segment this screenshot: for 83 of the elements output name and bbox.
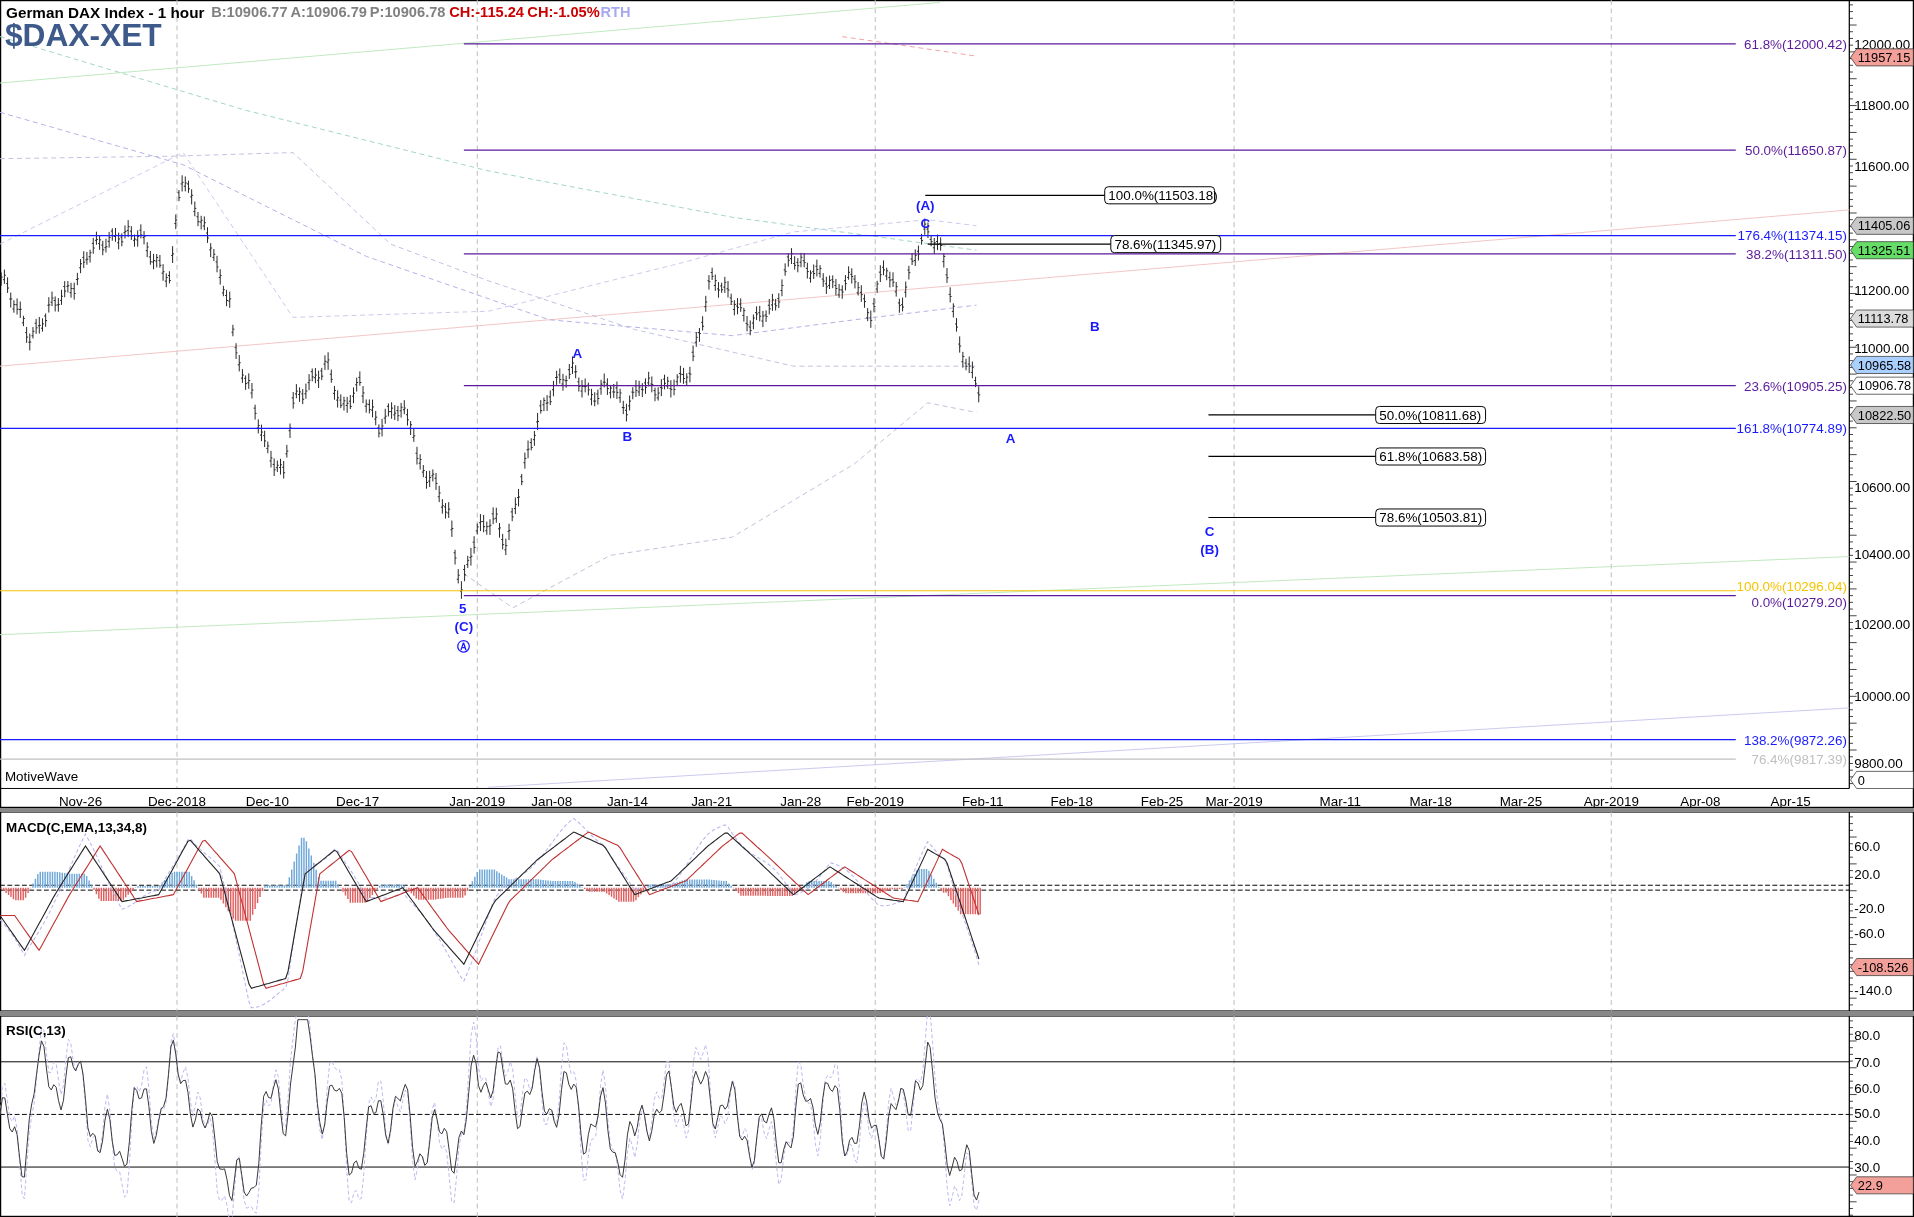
fib-level-label: 61.8%(12000.42) [1744,36,1847,52]
price-tag: 11405.06 [1850,216,1914,235]
axis-label: 60.0 [1854,1080,1881,1096]
date-label: Feb-18 [1050,793,1093,808]
fib-level-label: 50.0%(10811.68) [1375,405,1487,424]
date-label: Mar-2019 [1205,793,1263,808]
axis-label: 10200.00 [1854,616,1911,632]
date-label: Feb-25 [1140,793,1184,808]
axis-label: 40.0 [1854,1133,1881,1149]
date-label: Jan-14 [606,793,648,808]
axis-label: 11200.00 [1854,283,1910,299]
date-label: Jan-21 [691,793,733,808]
quote-value: B:10906.77 [211,4,288,21]
axis-label: 70.0 [1854,1055,1881,1071]
wave-label: (A) [915,197,935,213]
fib-level-label: 23.6%(10905.25) [1744,378,1847,394]
fib-level-label: 61.8%(10683.58) [1375,447,1487,466]
date-label: Jan-2019 [449,793,506,808]
wave-label: 5 [458,600,467,616]
fib-level-label: 100.0%(10296.04) [1736,578,1847,594]
change-value: CH:-115.24 [449,4,524,21]
wave-label: Ⓐ [457,638,471,654]
axis-label: 30.0 [1854,1159,1881,1175]
date-label: Mar-25 [1499,793,1543,808]
axis-label: 60.0 [1854,839,1881,855]
axis-label: 11800.00 [1854,97,1910,113]
quote-value: P:10906.78 [369,4,446,21]
fib-level-label: 161.8%(10774.89) [1736,421,1847,437]
fib-level-label: 176.4%(11374.15) [1737,228,1847,244]
axis-label: 9800.00 [1854,755,1903,771]
quote-value: A:10906.79 [290,4,367,21]
wave-label: B [1090,318,1100,334]
wave-label: A [1005,431,1016,447]
date-label: Dec-17 [336,793,380,808]
indicator-title: RSI(C,13) [6,1023,66,1039]
axis-label: 10600.00 [1854,479,1911,495]
date-label: Apr-15 [1770,793,1811,808]
date-label: Jan-28 [780,793,822,808]
date-label: Nov-26 [58,793,103,808]
axis-label: -20.0 [1854,901,1885,917]
price-tag: 11325.51 [1850,241,1914,260]
fib-level-label: 138.2%(9872.26) [1744,732,1847,748]
fib-level-label: 78.6%(10503.81) [1375,508,1487,527]
date-label: Mar-18 [1409,793,1452,808]
date-label: Jan-08 [531,793,573,808]
wave-label: A [572,345,583,361]
axis-label: 20.0 [1854,867,1881,883]
date-label: Mar-11 [1319,793,1361,808]
price-tag: 11957.15 [1850,48,1914,67]
price-tag: 11113.78 [1850,309,1914,328]
price-tag: 10906.78 [1850,376,1914,395]
axis-label: 10400.00 [1854,547,1911,562]
date-label: Dec-2018 [147,793,207,808]
date-label: Feb-2019 [846,793,904,808]
fib-level-label: 76.4%(9817.39) [1751,752,1847,768]
axis-label: 11000.00 [1854,340,1910,356]
price-tag: 22.9 [1850,1176,1914,1195]
date-label: Apr-08 [1680,793,1721,808]
axis-label: 80.0 [1854,1028,1881,1044]
fib-level-label: 78.6%(11345.97) [1110,235,1222,254]
wave-label: C [1204,523,1215,539]
axis-label: -140.0 [1854,983,1893,999]
wave-label: (B) [1200,542,1219,558]
platform-label: MotiveWave [4,769,79,785]
axis-label: 50.0 [1854,1106,1881,1122]
axis-label: 11600.00 [1854,158,1910,174]
date-label: Feb-11 [961,793,1004,808]
price-tag: 0 [1850,771,1914,789]
date-label: Dec-10 [245,793,289,808]
fib-level-label: 38.2%(11311.50) [1746,246,1847,262]
price-tag: 10822.50 [1850,406,1914,424]
price-tag: 10965.58 [1850,356,1914,374]
axis-label: -60.0 [1854,925,1885,941]
indicator-title: MACD(C,EMA,13,34,8) [6,819,147,835]
axis-label: 10000.00 [1854,688,1911,704]
change-value: CH:-1.05% [527,4,600,21]
fib-level-label: 50.0%(11650.87) [1745,143,1847,158]
session-label: RTH [600,4,631,21]
fib-level-label: 0.0%(10279.20) [1751,594,1847,610]
wave-label: B [622,428,633,444]
date-label: Apr-2019 [1583,793,1639,808]
price-tag: -108.526 [1850,958,1914,976]
wave-label: (C) [454,619,474,634]
